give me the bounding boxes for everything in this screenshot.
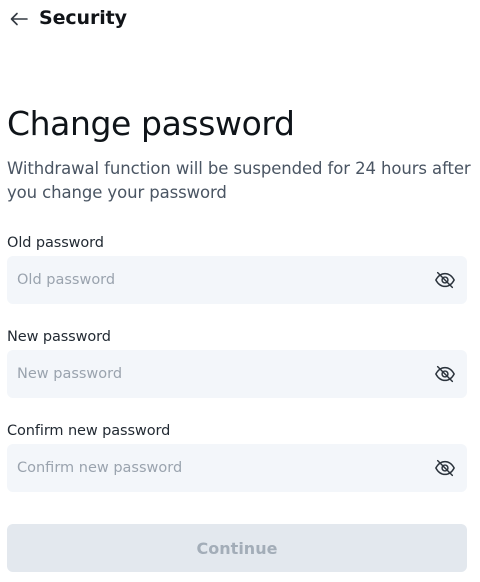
old-password-visibility-toggle[interactable]: [433, 268, 457, 292]
new-password-visibility-toggle[interactable]: [433, 362, 457, 386]
header-title: Security: [39, 7, 127, 29]
page-title: Change password: [7, 104, 295, 143]
confirm-password-input[interactable]: [7, 444, 417, 492]
old-password-label: Old password: [7, 235, 104, 251]
confirm-password-field: [7, 444, 467, 492]
new-password-label: New password: [7, 329, 111, 345]
arrow-left-icon: [10, 12, 28, 26]
new-password-input[interactable]: [7, 350, 417, 398]
eye-off-icon: [435, 459, 455, 477]
continue-button[interactable]: Continue: [7, 524, 467, 572]
old-password-field: [7, 256, 467, 304]
new-password-field: [7, 350, 467, 398]
eye-off-icon: [435, 271, 455, 289]
confirm-password-visibility-toggle[interactable]: [433, 456, 457, 480]
confirm-password-label: Confirm new password: [7, 423, 171, 439]
old-password-input[interactable]: [7, 256, 417, 304]
back-button[interactable]: [8, 8, 30, 30]
eye-off-icon: [435, 365, 455, 383]
top-bar: Security: [0, 0, 480, 40]
page-description: Withdrawal function will be suspended fo…: [7, 159, 471, 202]
